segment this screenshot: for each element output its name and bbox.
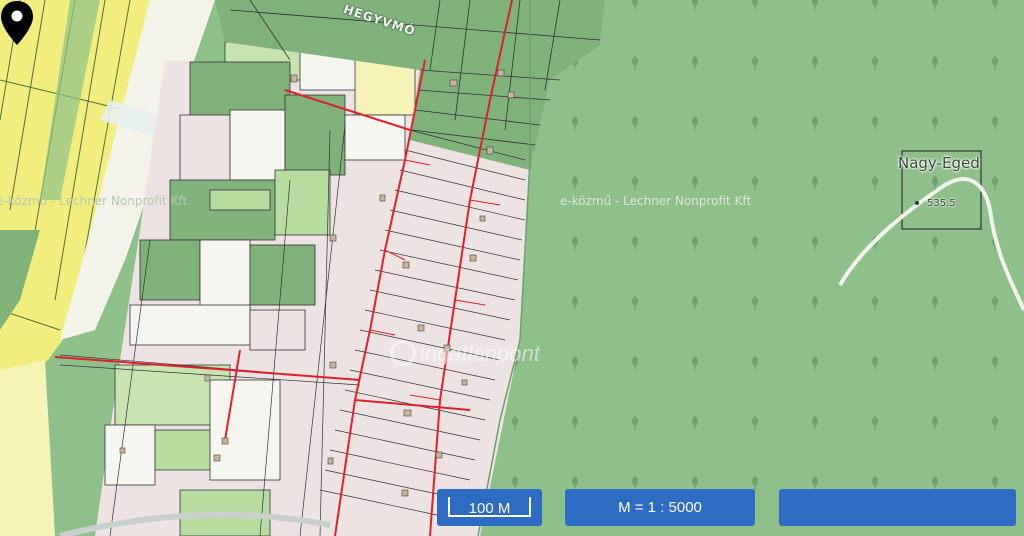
watermark-text: ingatlanpont (420, 341, 540, 366)
cadastral-map[interactable] (0, 0, 1024, 536)
scale-ratio-button[interactable]: M = 1 : 5000 (565, 489, 755, 526)
watermark-logo-icon (390, 340, 416, 366)
scale-bar: 100 M (437, 489, 542, 526)
location-pin-icon[interactable] (0, 0, 34, 46)
map-copyright-left: e-közmű - Lechner Nonprofit Kft (0, 194, 188, 208)
peak-elevation: 535.5 (927, 198, 956, 209)
scale-label: 100 M (468, 500, 511, 517)
map-canvas[interactable]: HEGYVMÓ e-közmű - Lechner Nonprofit Kft … (0, 0, 1024, 536)
map-copyright-right: e-közmű - Lechner Nonprofit Kft (560, 194, 752, 208)
scale-ratio-label: M = 1 : 5000 (618, 499, 702, 516)
info-panel-button[interactable] (779, 489, 1016, 526)
peak-label: Nagy-Eged (898, 154, 980, 172)
